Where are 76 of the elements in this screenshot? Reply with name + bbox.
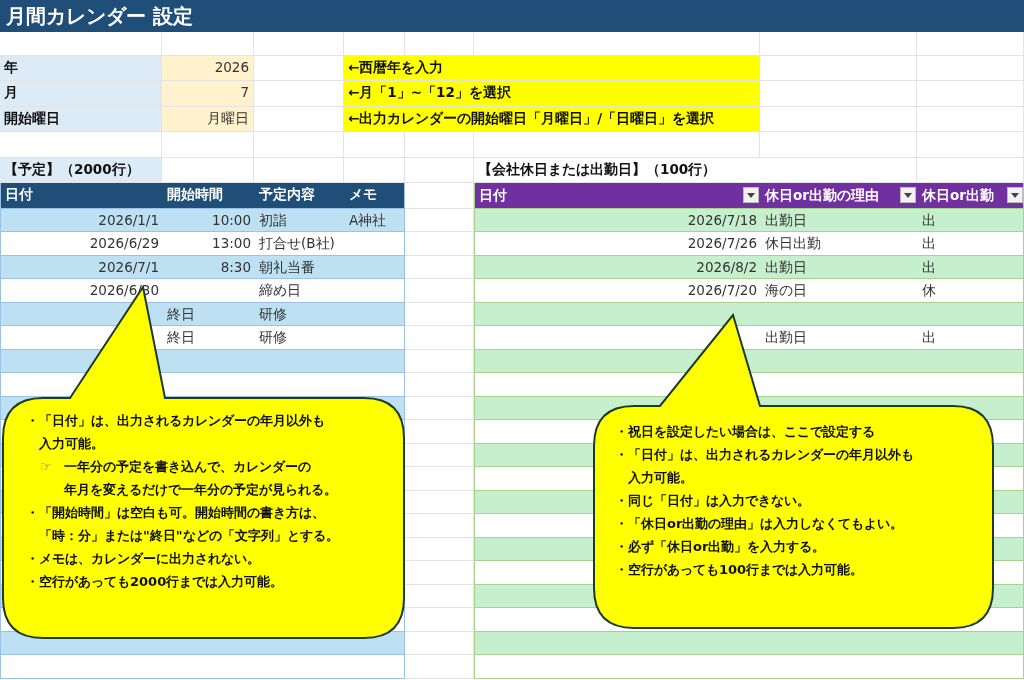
callout-text: ・「日付」は、出力されるカレンダーの年月以外も 入力可能。 bbox=[615, 446, 914, 487]
column-header: 休日or出勤 bbox=[922, 186, 994, 206]
callout-text: ・「休日or出勤の理由」は入力しなくてもよい。 bbox=[615, 515, 905, 533]
empty-cell bbox=[405, 279, 474, 303]
table-cell: 打合せ(B社) bbox=[255, 232, 345, 256]
empty-cell bbox=[405, 655, 474, 679]
callout-text: ・空行があっても2000行までは入力可能。 bbox=[26, 573, 285, 591]
column-header: 日付 bbox=[479, 186, 507, 206]
table-cell: 出勤日 bbox=[761, 255, 918, 279]
table-cell: 出 bbox=[918, 326, 1024, 350]
empty-cell bbox=[344, 32, 405, 56]
table-cell: 海の日 bbox=[761, 279, 918, 303]
empty-cell bbox=[405, 157, 474, 183]
callout-text: 一年分の予定を書き込んで、カレンダーの 年月を変えるだけで一年分の予定が見られる。 bbox=[63, 458, 337, 499]
sheet-title: 月間カレンダー 設定 bbox=[0, 0, 1024, 32]
table-cell: 出 bbox=[918, 255, 1024, 279]
section-heading: 【予定】（2000行） bbox=[0, 157, 162, 183]
field-label: 開始曜日 bbox=[0, 106, 162, 132]
table-cell: 2026/7/20 bbox=[475, 279, 761, 303]
table-cell: A神社 bbox=[345, 208, 406, 232]
callout-text: ・同じ「日付」は入力できない。 bbox=[615, 492, 811, 510]
callout-text: ・祝日を設定したい場合は、ここで設定する bbox=[615, 423, 876, 441]
filter-button[interactable] bbox=[900, 187, 916, 204]
note-text: ←月「1」~「12」を選択 bbox=[344, 81, 760, 107]
column-header: 日付 bbox=[1, 183, 163, 209]
field-label: 月 bbox=[0, 81, 162, 107]
table-cell: 2026/1/1 bbox=[1, 208, 163, 232]
table-cell: 終日 bbox=[163, 326, 255, 350]
note-text: ←出力カレンダーの開始曜日「月曜日」/「日曜日」を選択 bbox=[344, 106, 760, 132]
table-cell: 10:00 bbox=[163, 208, 255, 232]
column-header: 予定内容 bbox=[255, 183, 345, 209]
field-value: 2026 bbox=[162, 55, 254, 81]
caret-icon bbox=[747, 192, 755, 198]
table-cell: 終日 bbox=[163, 302, 255, 326]
empty-cell bbox=[405, 232, 474, 256]
table-cell: 2026/8/2 bbox=[475, 255, 761, 279]
table-cell: 研修 bbox=[255, 326, 345, 350]
table-cell: 2026/7/26 bbox=[475, 232, 761, 256]
table-cell: 2026/6/29 bbox=[1, 232, 163, 256]
table-cell: 出 bbox=[918, 208, 1024, 232]
caret-icon bbox=[904, 192, 912, 198]
callout-text: ・必ず「休日or出勤」を入力する。 bbox=[615, 538, 827, 556]
note-text: ←西暦年を入力 bbox=[344, 55, 760, 81]
table-cell: 初詣 bbox=[255, 208, 345, 232]
table-cell: 2026/7/18 bbox=[475, 208, 761, 232]
empty-cell bbox=[405, 132, 474, 158]
table-cell: 2026/7/1 bbox=[1, 255, 163, 279]
filter-button[interactable] bbox=[1007, 187, 1023, 204]
field-value: 月曜日 bbox=[162, 106, 254, 132]
table-cell: 研修 bbox=[255, 302, 345, 326]
column-header: 開始時間 bbox=[163, 183, 255, 209]
callout-text: ・空行があっても100行までは入力可能。 bbox=[615, 561, 865, 579]
column-header: 休日or出勤の理由 bbox=[765, 186, 879, 206]
field-value: 7 bbox=[162, 81, 254, 107]
table-cell: 8:30 bbox=[163, 255, 255, 279]
caret-icon bbox=[1011, 192, 1019, 198]
empty-cell bbox=[405, 373, 474, 397]
table-cell: 出勤日 bbox=[761, 208, 918, 232]
column-header: メモ bbox=[345, 183, 406, 209]
field-label: 年 bbox=[0, 55, 162, 81]
table-cell: 出勤日 bbox=[761, 326, 918, 350]
callout-text: ・メモは、カレンダーに出力されない。 bbox=[26, 550, 261, 568]
table-cell: 休 bbox=[918, 279, 1024, 303]
filter-button[interactable] bbox=[743, 187, 759, 204]
empty-cell bbox=[344, 132, 405, 158]
table-cell: 締め日 bbox=[255, 279, 345, 303]
callout-text: ・「日付」は、出力されるカレンダーの年月以外も 入力可能。 bbox=[26, 412, 326, 453]
table-cell: 休日出勤 bbox=[761, 232, 918, 256]
empty-cell bbox=[405, 32, 474, 56]
table-cell: 朝礼当番 bbox=[255, 255, 345, 279]
empty-cell bbox=[405, 608, 474, 632]
table-cell: 13:00 bbox=[163, 232, 255, 256]
callout-text: ・「開始時間」は空白も可。開始時間の書き方は、 「時：分」または"終日"などの「文字列」とする。 bbox=[26, 504, 339, 545]
pointing-hand-icon: ☞ bbox=[40, 455, 52, 501]
table-cell: 出 bbox=[918, 232, 1024, 256]
empty-cell bbox=[405, 326, 474, 350]
